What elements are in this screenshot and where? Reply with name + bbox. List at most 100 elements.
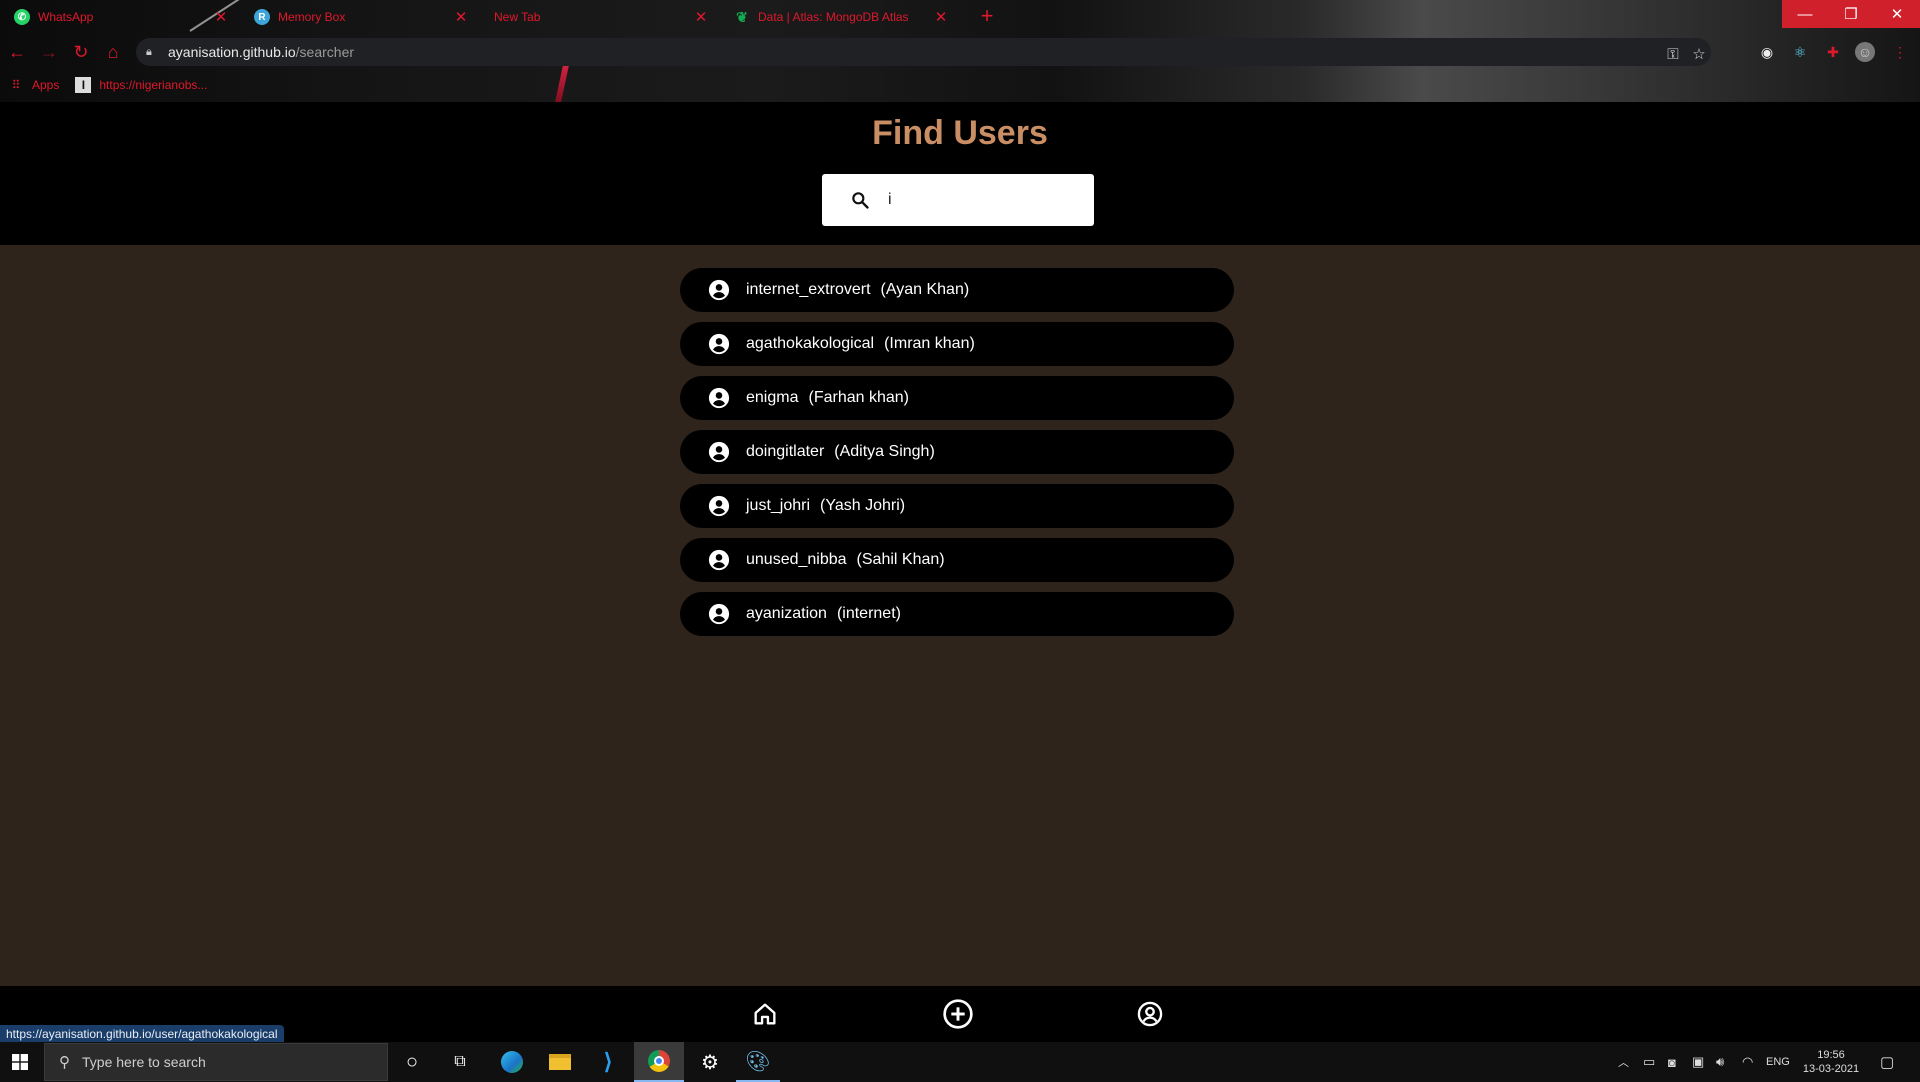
bookmark-nigerianobs[interactable]: I https://nigerianobs... bbox=[75, 77, 207, 93]
search-box[interactable] bbox=[822, 174, 1094, 226]
webcam-icon[interactable]: ◙ bbox=[1668, 1042, 1676, 1082]
url-host: ayanisation.github.io bbox=[168, 44, 296, 60]
close-tab-icon[interactable]: ✕ bbox=[212, 8, 230, 26]
bottom-navigation bbox=[0, 986, 1920, 1042]
search-icon bbox=[852, 192, 869, 209]
account-circle-icon bbox=[708, 441, 730, 463]
user-result-row[interactable]: enigma (Farhan khan) bbox=[680, 376, 1234, 420]
page-header: Find Users bbox=[0, 102, 1920, 245]
username: unused_nibba bbox=[746, 551, 847, 568]
full-name: (Imran khan) bbox=[884, 335, 975, 352]
tab-title: Memory Box bbox=[278, 10, 346, 24]
new-tab-button[interactable]: + bbox=[975, 4, 999, 28]
extensions-puzzle-icon[interactable]: ✚ bbox=[1823, 42, 1843, 62]
full-name: (internet) bbox=[836, 605, 901, 622]
user-result-row[interactable]: agathokakological (Imran khan) bbox=[680, 322, 1234, 366]
forward-icon[interactable]: → bbox=[38, 41, 60, 63]
bookmark-apps[interactable]: ⠿ Apps bbox=[8, 77, 60, 93]
reload-icon[interactable]: ↻ bbox=[70, 41, 92, 63]
account-circle-icon[interactable] bbox=[1136, 1000, 1164, 1028]
username: enigma bbox=[746, 389, 799, 406]
account-circle-icon bbox=[708, 495, 730, 517]
close-window-button[interactable]: ✕ bbox=[1874, 0, 1920, 28]
task-view-icon[interactable]: ⧉ bbox=[440, 1042, 480, 1082]
clock-time: 19:56 bbox=[1817, 1049, 1845, 1061]
memory-box-icon: R bbox=[254, 9, 270, 25]
key-icon[interactable]: ⚿ bbox=[1663, 45, 1683, 65]
minimize-button[interactable]: — bbox=[1782, 0, 1828, 28]
user-result-row[interactable]: ayanization (internet) bbox=[680, 592, 1234, 636]
tab-new-tab[interactable]: New Tab ✕ bbox=[480, 2, 718, 32]
address-bar[interactable]: 🔒︎ ayanisation.github.io /searcher ⚿ ☆ bbox=[136, 38, 1711, 66]
back-icon[interactable]: ← bbox=[6, 41, 28, 63]
tab-strip: ✆ WhatsApp ✕ R Memory Box ✕ New Tab ✕ ❦ … bbox=[0, 0, 1920, 34]
account-circle-icon bbox=[708, 279, 730, 301]
tab-mongodb-atlas[interactable]: ❦ Data | Atlas: MongoDB Atlas ✕ bbox=[720, 2, 958, 32]
tab-title: WhatsApp bbox=[38, 10, 94, 24]
tab-title: Data | Atlas: MongoDB Atlas bbox=[758, 10, 909, 24]
tray-overflow-icon[interactable]: ︿ bbox=[1618, 1042, 1629, 1082]
vscode-icon[interactable]: ⟩ bbox=[586, 1042, 630, 1082]
page-content: Find Users internet_extrovert (Ayan Khan… bbox=[0, 102, 1920, 1042]
wifi-icon[interactable]: ◠ bbox=[1742, 1042, 1753, 1082]
start-button[interactable] bbox=[0, 1042, 40, 1082]
full-name: (Farhan khan) bbox=[808, 389, 909, 406]
chrome-taskbar-icon[interactable] bbox=[634, 1042, 684, 1082]
tab-memory-box[interactable]: R Memory Box ✕ bbox=[240, 2, 478, 32]
lock-icon: 🔒︎ bbox=[146, 46, 152, 58]
close-tab-icon[interactable]: ✕ bbox=[692, 8, 710, 26]
home-icon[interactable]: ⌂ bbox=[102, 41, 124, 63]
mongodb-leaf-icon: ❦ bbox=[736, 8, 748, 25]
username: internet_extrovert bbox=[746, 281, 871, 298]
user-result-row[interactable]: unused_nibba (Sahil Khan) bbox=[680, 538, 1234, 582]
settings-gear-icon[interactable]: ⚙ bbox=[688, 1042, 732, 1082]
account-circle-icon bbox=[708, 549, 730, 571]
full-name: (Yash Johri) bbox=[820, 497, 906, 514]
add-circle-icon[interactable] bbox=[942, 998, 974, 1030]
react-devtools-icon[interactable]: ⚛ bbox=[1790, 42, 1810, 62]
results-list: internet_extrovert (Ayan Khan) agathokak… bbox=[680, 268, 1234, 646]
bookmark-label: https://nigerianobs... bbox=[99, 78, 208, 92]
notifications-icon[interactable]: ▢ bbox=[1880, 1042, 1894, 1082]
user-result-row[interactable]: just_johri (Yash Johri) bbox=[680, 484, 1234, 528]
status-bar-url: https://ayanisation.github.io/user/agath… bbox=[0, 1025, 284, 1043]
cortana-icon[interactable]: ○ bbox=[392, 1042, 432, 1082]
search-input[interactable] bbox=[888, 184, 1078, 216]
account-circle-icon bbox=[708, 333, 730, 355]
language-indicator[interactable]: ENG bbox=[1766, 1042, 1790, 1082]
browser-toolbar: ← → ↻ ⌂ 🔒︎ ayanisation.github.io /search… bbox=[0, 34, 1920, 70]
menu-kebab-icon[interactable]: ⋮ bbox=[1890, 42, 1910, 62]
windows-logo-icon bbox=[12, 1054, 28, 1070]
battery-icon[interactable]: ▭ bbox=[1643, 1042, 1655, 1082]
windows-taskbar: ⚲ Type here to search ○ ⧉ ⟩ ⚙ 🎨︎ ︿ ▭ ◙ ▣… bbox=[0, 1042, 1920, 1082]
tab-whatsapp[interactable]: ✆ WhatsApp ✕ bbox=[0, 2, 238, 32]
bookmark-label: Apps bbox=[32, 78, 60, 92]
user-result-row[interactable]: doingitlater (Aditya Singh) bbox=[680, 430, 1234, 474]
paint-app-icon[interactable]: 🎨︎ bbox=[736, 1042, 780, 1082]
account-circle-icon bbox=[708, 603, 730, 625]
display-icon[interactable]: ▣ bbox=[1692, 1042, 1704, 1082]
whatsapp-icon: ✆ bbox=[14, 9, 30, 25]
taskbar-search-box[interactable]: ⚲ Type here to search bbox=[44, 1043, 388, 1081]
full-name: (Sahil Khan) bbox=[856, 551, 945, 568]
tab-title: New Tab bbox=[494, 10, 541, 24]
close-tab-icon[interactable]: ✕ bbox=[932, 8, 950, 26]
browser-chrome: ✆ WhatsApp ✕ R Memory Box ✕ New Tab ✕ ❦ … bbox=[0, 0, 1920, 102]
url-path: /searcher bbox=[295, 44, 355, 60]
star-icon[interactable]: ☆ bbox=[1689, 45, 1709, 65]
home-icon[interactable] bbox=[751, 1000, 779, 1028]
volume-icon[interactable]: 🔊︎ bbox=[1716, 1042, 1724, 1082]
profile-avatar[interactable]: ☺ bbox=[1855, 42, 1875, 62]
username: doingitlater bbox=[746, 443, 825, 460]
clock[interactable]: 19:56 13-03-2021 bbox=[1800, 1042, 1862, 1082]
file-explorer-icon[interactable] bbox=[538, 1042, 582, 1082]
site-favicon-icon: I bbox=[75, 77, 92, 93]
extension-circle-icon[interactable]: ◉ bbox=[1757, 42, 1777, 62]
search-icon: ⚲ bbox=[59, 1054, 70, 1071]
account-circle-icon bbox=[708, 387, 730, 409]
full-name: (Ayan Khan) bbox=[880, 281, 970, 298]
user-result-row[interactable]: internet_extrovert (Ayan Khan) bbox=[680, 268, 1234, 312]
restore-button[interactable]: ❐ bbox=[1828, 0, 1874, 28]
edge-taskbar-icon[interactable] bbox=[490, 1042, 534, 1082]
close-tab-icon[interactable]: ✕ bbox=[452, 8, 470, 26]
